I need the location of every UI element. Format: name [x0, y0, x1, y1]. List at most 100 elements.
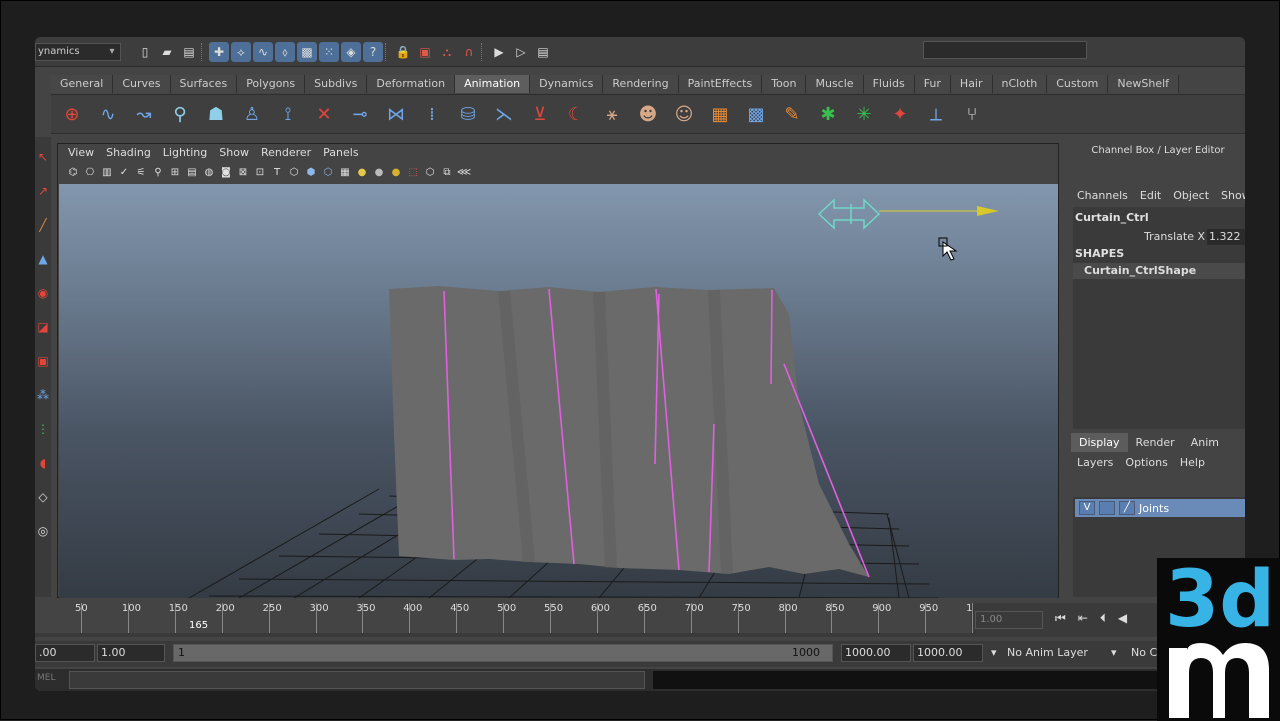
- shelf-tab-dynamics[interactable]: Dynamics: [530, 75, 604, 93]
- ik-spline-icon[interactable]: ∿: [93, 99, 123, 129]
- safe-title-icon[interactable]: T: [270, 165, 284, 179]
- channel-box-menu-object[interactable]: Object: [1167, 187, 1215, 205]
- help-icon[interactable]: ?: [363, 42, 383, 62]
- hierarchy-icon[interactable]: ⑂: [957, 99, 987, 129]
- shelf-tab-polygons[interactable]: Polygons: [237, 75, 306, 93]
- shelf-tab-fluids[interactable]: Fluids: [863, 75, 915, 93]
- animation-start-field[interactable]: .00: [35, 644, 95, 662]
- paint-weights-icon[interactable]: ⛁: [453, 99, 483, 129]
- lock-icon[interactable]: 🔒: [393, 42, 413, 62]
- shelf-tab-hair[interactable]: Hair: [950, 75, 993, 93]
- layer-tab-render[interactable]: Render: [1128, 433, 1183, 452]
- gate-mask-icon[interactable]: ◙: [219, 165, 233, 179]
- channel-box-menu-channels[interactable]: Channels: [1071, 187, 1134, 205]
- shelf-tab-curves[interactable]: Curves: [113, 75, 171, 93]
- layer-menu-options[interactable]: Options: [1119, 454, 1173, 472]
- shelf-tab-muscle[interactable]: Muscle: [806, 75, 864, 93]
- snap-curve-icon[interactable]: ▩: [297, 42, 317, 62]
- resolution-gate-icon[interactable]: ◍: [202, 165, 216, 179]
- shelf-tab-general[interactable]: General: [51, 75, 114, 93]
- outliner-icon[interactable]: ◇: [36, 483, 50, 511]
- render-region-icon[interactable]: ▣: [415, 42, 435, 62]
- shadows-icon[interactable]: ●: [372, 165, 386, 179]
- viewport-menu-panels[interactable]: Panels: [317, 144, 364, 162]
- layout-icon[interactable]: ⁂: [36, 381, 50, 409]
- image-plane-icon[interactable]: ✓: [117, 165, 131, 179]
- snap-point-icon[interactable]: ⁙: [319, 42, 339, 62]
- xray-active-icon[interactable]: ⋘: [457, 165, 471, 179]
- layer-color-swatch-icon[interactable]: ╱: [1119, 501, 1135, 515]
- field-chart-icon[interactable]: ⊠: [236, 165, 250, 179]
- channel-box-menu-show[interactable]: Show: [1215, 187, 1245, 205]
- select-component-icon[interactable]: ∿: [253, 42, 273, 62]
- isolate-select-icon[interactable]: ⬚: [406, 165, 420, 179]
- current-time-field[interactable]: 1.00: [975, 611, 1043, 629]
- paint-brush-icon[interactable]: ✎: [777, 99, 807, 129]
- quick-command-field[interactable]: [923, 41, 1087, 59]
- channel-box-menu-edit[interactable]: Edit: [1134, 187, 1167, 205]
- shelf-tab-ncloth[interactable]: nCloth: [992, 75, 1048, 93]
- viewport-menu-show[interactable]: Show: [213, 144, 255, 162]
- lasso-tool-icon[interactable]: ↗: [36, 177, 50, 205]
- go-to-start-icon[interactable]: ⏮: [1055, 611, 1066, 629]
- layer-name[interactable]: Joints: [1139, 502, 1169, 515]
- skeleton-icon[interactable]: ⚲: [165, 99, 195, 129]
- viewport-menu-lighting[interactable]: Lighting: [157, 144, 213, 162]
- rotate-tool-icon[interactable]: ◉: [36, 279, 50, 307]
- shelf-tab-painteffects[interactable]: PaintEffects: [678, 75, 763, 93]
- safe-action-icon[interactable]: ⊡: [253, 165, 267, 179]
- paint-tool-icon[interactable]: ╱: [36, 211, 50, 239]
- shape-name[interactable]: Curtain_CtrlShape: [1073, 263, 1245, 279]
- construction-history-icon[interactable]: ⛬: [437, 42, 457, 62]
- particle-icon[interactable]: ✦: [885, 99, 915, 129]
- orient-joint-icon[interactable]: ⋈: [381, 99, 411, 129]
- layer-menu-layers[interactable]: Layers: [1071, 454, 1119, 472]
- set-key-icon[interactable]: ⊕: [57, 99, 87, 129]
- textured-icon[interactable]: ▦: [338, 165, 352, 179]
- viewport-menu-renderer[interactable]: Renderer: [255, 144, 317, 162]
- command-input[interactable]: [69, 671, 645, 689]
- range-bar[interactable]: 1 1000: [173, 644, 833, 662]
- object-name[interactable]: Curtain_Ctrl: [1075, 211, 1149, 224]
- joint-tool-icon[interactable]: ⟟: [273, 99, 303, 129]
- magnet-icon[interactable]: ∩: [459, 42, 479, 62]
- shelf-tab-deformation[interactable]: Deformation: [367, 75, 456, 93]
- scale-tool-icon[interactable]: ◪: [36, 313, 50, 341]
- lattice-icon[interactable]: ▩: [741, 99, 771, 129]
- wireframe-icon[interactable]: ⬡: [287, 165, 301, 179]
- curtain-controller[interactable]: [817, 198, 999, 230]
- two-d-pan-icon[interactable]: ⚟: [134, 165, 148, 179]
- blend-shape-icon[interactable]: ☻: [633, 99, 663, 129]
- chevron-down-icon[interactable]: ▾: [1111, 644, 1123, 662]
- attribute-value-field[interactable]: 1.322: [1207, 229, 1245, 245]
- face-icon[interactable]: ☺: [669, 99, 699, 129]
- snap-grid-icon[interactable]: ⬨: [275, 42, 295, 62]
- layer-menu-help[interactable]: Help: [1174, 454, 1211, 472]
- curtain-mesh[interactable]: [389, 286, 869, 577]
- move-tool-icon[interactable]: ▲: [36, 245, 50, 273]
- save-scene-icon[interactable]: ▤: [179, 42, 199, 62]
- select-object-icon[interactable]: ⟡: [231, 42, 251, 62]
- axis-icon[interactable]: ⟂: [921, 99, 951, 129]
- film-gate-icon[interactable]: ▤: [185, 165, 199, 179]
- xray-icon[interactable]: ⬡: [423, 165, 437, 179]
- bookmark-icon[interactable]: ▥: [100, 165, 114, 179]
- animation-end-field[interactable]: 1000.00: [913, 644, 983, 662]
- layer-type-toggle[interactable]: [1099, 501, 1115, 515]
- chevron-down-icon[interactable]: ▾: [991, 644, 1003, 662]
- ipr-icon[interactable]: ▷: [511, 42, 531, 62]
- shelf-tab-toon[interactable]: Toon: [762, 75, 807, 93]
- viewport-menu-shading[interactable]: Shading: [100, 144, 157, 162]
- layer-tab-anim[interactable]: Anim: [1183, 433, 1227, 452]
- playback-start-field[interactable]: 1.00: [97, 644, 165, 662]
- manipulator-icon[interactable]: ▣: [36, 347, 50, 375]
- aim-constraint-icon[interactable]: ⊻: [525, 99, 555, 129]
- detach-skin-icon[interactable]: ⋋: [489, 99, 519, 129]
- new-scene-icon[interactable]: ▯: [135, 42, 155, 62]
- smooth-shade-icon[interactable]: ⬢: [304, 165, 318, 179]
- screen-space-ao-icon[interactable]: ●: [389, 165, 403, 179]
- menu-set-dropdown[interactable]: ynamics ▾: [35, 43, 121, 61]
- cluster-icon[interactable]: ✳: [849, 99, 879, 129]
- use-all-lights-icon[interactable]: ●: [355, 165, 369, 179]
- shelf-tab-custom[interactable]: Custom: [1047, 75, 1109, 93]
